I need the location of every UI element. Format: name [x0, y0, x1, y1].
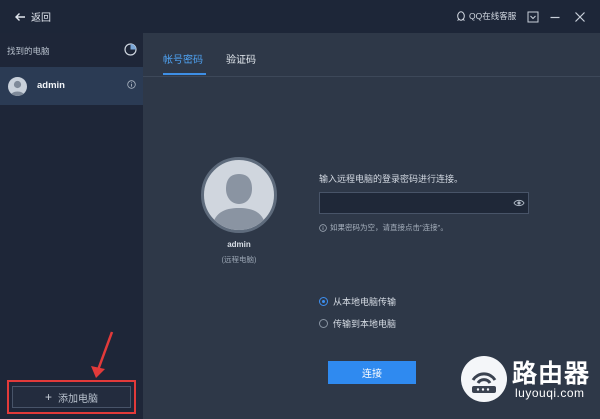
add-computer-button[interactable]: + 添加电脑: [12, 386, 131, 408]
password-hint: 如果密码为空，请直接点击"连接"。: [319, 222, 448, 233]
minimize-icon: [550, 16, 560, 19]
device-name: admin: [37, 80, 65, 91]
tab-verification-code[interactable]: 验证码: [226, 51, 256, 66]
dropdown-box-icon: [527, 11, 539, 23]
back-label: 返回: [31, 13, 51, 24]
radio-local-to-remote-label: 从本地电脑传输: [333, 297, 397, 307]
add-computer-highlight: + 添加电脑: [7, 380, 136, 414]
tab-account-password[interactable]: 帐号密码: [163, 51, 203, 66]
sidebar: 找到的电脑 admin + 添加电脑: [0, 33, 143, 419]
user-silhouette-icon: [212, 174, 266, 230]
qq-support-label: QQ在线客服: [469, 11, 517, 21]
qq-penguin-icon: [457, 10, 465, 21]
menu-dropdown-button[interactable]: [527, 10, 539, 23]
watermark-title: 路由器: [512, 360, 591, 388]
watermark-url: luyouqi.com: [515, 386, 585, 400]
remote-computer-name: admin: [227, 240, 251, 249]
device-avatar: [8, 77, 27, 96]
user-silhouette-icon: [10, 80, 25, 96]
eye-icon[interactable]: [513, 197, 525, 209]
annotation-arrow-icon: [91, 331, 114, 378]
router-logo-icon: [461, 356, 507, 402]
password-prompt: 输入远程电脑的登录密码进行连接。: [319, 174, 464, 184]
refresh-icon[interactable]: [124, 43, 137, 56]
add-computer-label: 添加电脑: [58, 393, 98, 405]
active-tab-indicator: [163, 73, 206, 75]
password-input[interactable]: [319, 192, 529, 214]
radio-local-to-remote[interactable]: 从本地电脑传输: [319, 295, 396, 308]
minimize-button[interactable]: [549, 10, 561, 22]
wifi-router-icon: [471, 372, 497, 393]
info-icon[interactable]: [127, 80, 136, 89]
found-computers-label: 找到的电脑: [7, 46, 50, 56]
radio-remote-to-local-label: 传输到本地电脑: [333, 319, 397, 329]
tab-bar: 帐号密码 验证码: [143, 33, 600, 77]
close-button[interactable]: [574, 10, 586, 22]
close-icon: [575, 12, 585, 22]
remote-computer-avatar: [201, 157, 277, 233]
site-watermark: 路由器 luyouqi.com: [461, 354, 593, 404]
radio-selected-indicator: [319, 297, 328, 306]
remote-computer-subtitle: (远程电脑): [221, 255, 257, 264]
info-icon: [319, 223, 327, 232]
back-button[interactable]: 返回: [14, 9, 51, 24]
arrow-left-icon: [15, 12, 25, 21]
plus-icon: +: [44, 390, 52, 404]
password-hint-text: 如果密码为空，请直接点击"连接"。: [330, 223, 448, 232]
connect-button[interactable]: 连接: [328, 361, 416, 384]
title-bar: 返回 QQ在线客服: [0, 0, 600, 33]
radio-remote-to-local[interactable]: 传输到本地电脑: [319, 317, 396, 330]
radio-unselected-indicator: [319, 319, 328, 328]
device-item-admin[interactable]: admin: [0, 67, 143, 105]
qq-support-link[interactable]: QQ在线客服: [456, 10, 516, 22]
